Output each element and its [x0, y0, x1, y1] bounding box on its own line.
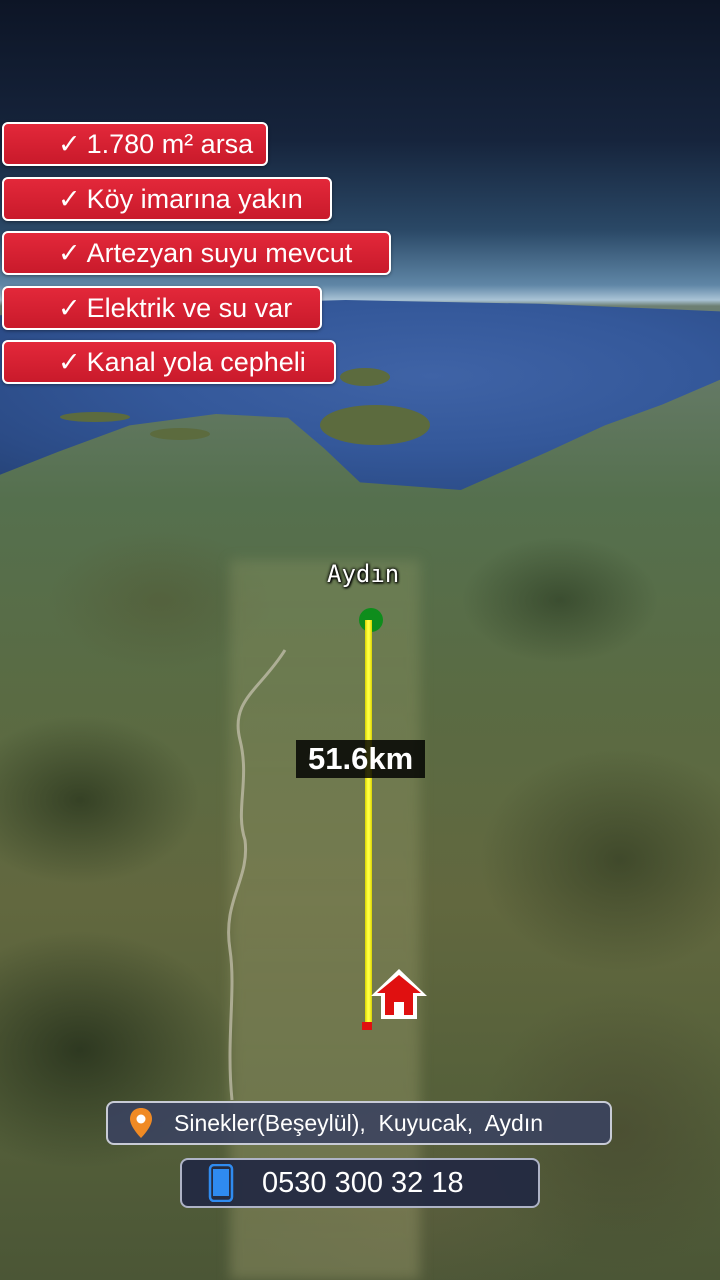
check-icon: ✓	[58, 183, 81, 214]
feature-text: 1.780 m² arsa	[86, 128, 254, 159]
feature-badge-road: ✓ Kanal yola cepheli	[2, 340, 336, 384]
home-icon[interactable]	[368, 966, 430, 1022]
feature-badge-water: ✓ Artezyan suyu mevcut	[2, 231, 391, 275]
feature-badge-zoning: ✓ Köy imarına yakın	[2, 177, 332, 221]
feature-badge-area: ✓ 1.780 m² arsa	[2, 122, 268, 166]
location-bar: Sinekler(Beşeylül), Kuyucak, Aydın	[106, 1101, 612, 1145]
smartphone-icon	[208, 1164, 234, 1202]
phone-number[interactable]: 0530 300 32 18	[262, 1167, 464, 1200]
check-icon: ✓	[58, 237, 81, 268]
check-icon: ✓	[58, 346, 81, 377]
location-text: Sinekler(Beşeylül), Kuyucak, Aydın	[174, 1109, 544, 1136]
feature-text: Elektrik ve su var	[86, 292, 293, 323]
feature-text: Kanal yola cepheli	[86, 346, 306, 377]
feature-text: Artezyan suyu mevcut	[86, 237, 353, 268]
feature-text: Köy imarına yakın	[86, 183, 303, 214]
phone-bar[interactable]: 0530 300 32 18	[180, 1158, 540, 1208]
check-icon: ✓	[58, 292, 81, 323]
feature-badge-utilities: ✓ Elektrik ve su var	[2, 286, 322, 330]
location-pin-icon	[130, 1108, 152, 1138]
city-label: Aydın	[327, 560, 400, 588]
line-end-marker	[362, 1022, 372, 1030]
check-icon: ✓	[58, 128, 81, 159]
distance-label: 51.6km	[296, 740, 426, 778]
